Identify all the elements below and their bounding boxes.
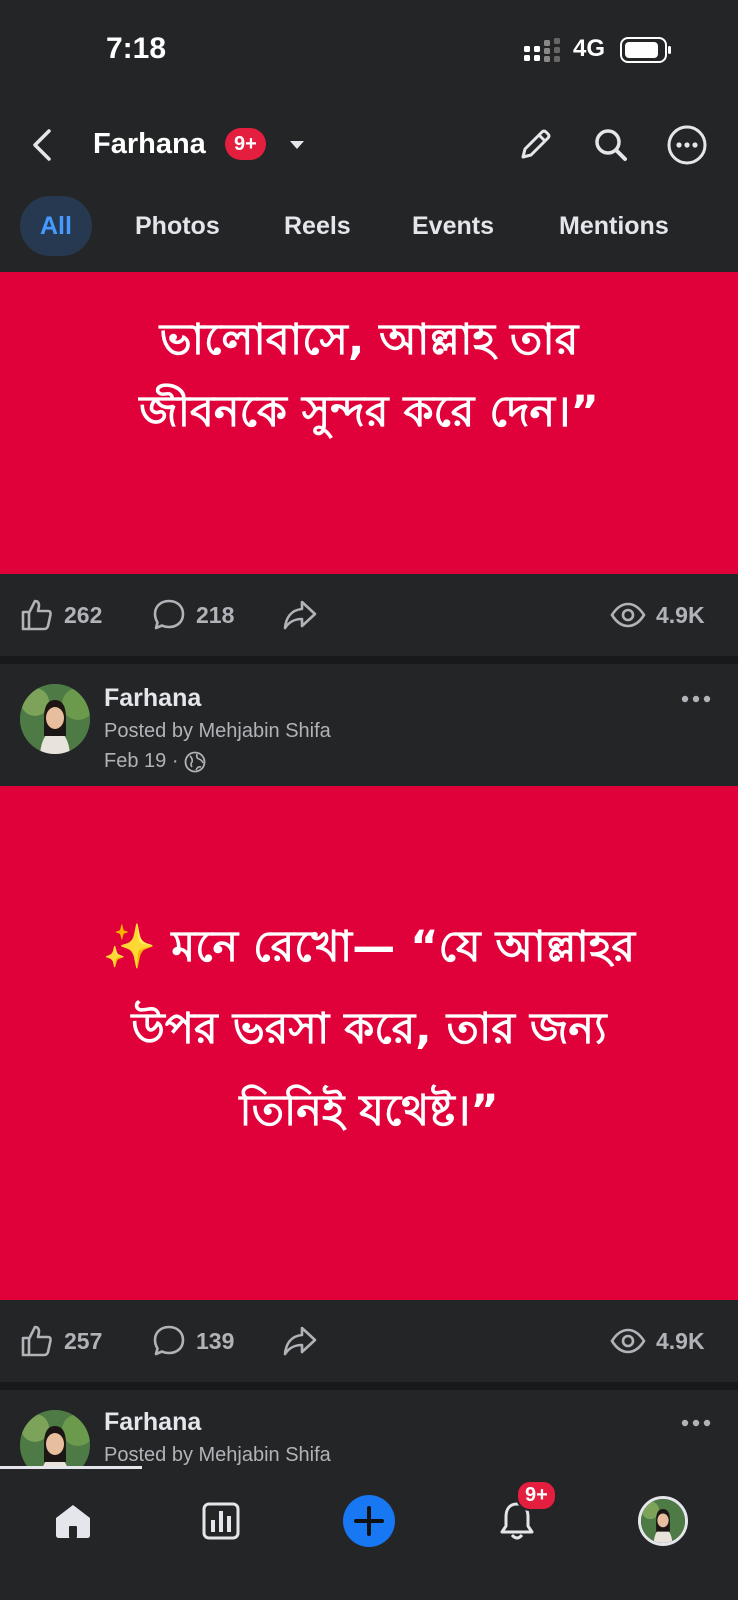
- globe-icon: [185, 751, 206, 772]
- battery-icon: [620, 37, 671, 63]
- like-count: 262: [64, 601, 103, 628]
- status-time: 7:18: [106, 32, 167, 65]
- post-more-button[interactable]: [676, 684, 716, 714]
- nav-profile[interactable]: [628, 1486, 698, 1556]
- tab-reels[interactable]: Reels: [264, 196, 371, 256]
- back-button[interactable]: [20, 120, 64, 170]
- caret-down-icon: [290, 141, 304, 149]
- nav-create[interactable]: [334, 1486, 404, 1556]
- sparkles-icon: ✨: [102, 922, 157, 972]
- tab-mentions[interactable]: Mentions: [539, 196, 689, 256]
- page-title[interactable]: Farhana: [93, 128, 206, 161]
- tab-all[interactable]: All: [20, 196, 92, 256]
- post-image[interactable]: ভালোবাসে, আল্লাহ তার জীবনকে সুন্দর করে দ…: [0, 272, 738, 574]
- nav-insights[interactable]: [186, 1486, 256, 1556]
- post-meta: Feb 19 ·: [104, 750, 206, 773]
- more-options-button[interactable]: [662, 120, 712, 170]
- home-icon: [56, 1505, 90, 1538]
- comment-count: 218: [196, 601, 235, 628]
- post-header: Farhana Posted by Mehjabin Shifa Feb 19 …: [0, 664, 738, 786]
- share-icon: [283, 1326, 317, 1356]
- scroll-indicator: [0, 1466, 142, 1469]
- view-count: 4.9K: [656, 1327, 705, 1354]
- share-button[interactable]: [282, 1320, 318, 1362]
- like-button[interactable]: 257: [20, 1320, 102, 1362]
- profile-photo: [20, 1410, 90, 1466]
- tab-events[interactable]: Events: [392, 196, 514, 256]
- comment-button[interactable]: 139: [152, 1320, 234, 1362]
- chevron-left-icon: [33, 129, 51, 161]
- post-action-bar: 257 139 4.9K: [0, 1300, 738, 1382]
- post-text-clipped: [0, 272, 738, 298]
- thumbs-up-icon: [21, 599, 52, 631]
- more-circle-icon: [667, 125, 707, 165]
- notifications-badge: 9+: [516, 1480, 557, 1511]
- thumbs-up-icon: [21, 1325, 52, 1357]
- share-icon: [283, 600, 317, 630]
- comment-count: 139: [196, 1327, 235, 1354]
- post-text-line: ভালোবাসে, আল্লাহ তার: [159, 315, 579, 365]
- filter-tabs: All Photos Reels Events Mentions: [0, 190, 738, 272]
- posted-by: Posted by Mehjabin Shifa: [104, 1444, 331, 1466]
- post-text-line: জীবনকে সুন্দর করে দেন।”: [139, 387, 599, 437]
- posted-by: Posted by Mehjabin Shifa: [104, 720, 331, 742]
- network-type: 4G: [573, 35, 606, 62]
- post-image[interactable]: ✨ মনে রেখো— “যে আল্লাহর উপর ভরসা করে, তা…: [0, 786, 738, 1300]
- post-date: Feb 19 ·: [104, 750, 179, 772]
- tab-photos[interactable]: Photos: [115, 196, 240, 256]
- search-icon: [595, 129, 627, 161]
- edit-button[interactable]: [510, 120, 560, 170]
- bar-chart-icon: [202, 1502, 240, 1540]
- like-button[interactable]: 262: [20, 594, 102, 636]
- more-horizontal-icon: [681, 695, 711, 703]
- views-indicator: 4.9K: [610, 594, 705, 636]
- avatar: [638, 1496, 688, 1546]
- dropdown-button[interactable]: [285, 130, 309, 160]
- post-author[interactable]: Farhana: [104, 1408, 201, 1437]
- comment-icon: [153, 1325, 185, 1356]
- eye-icon: [610, 1328, 646, 1354]
- signal-icon: [524, 38, 560, 62]
- profile-photo: [641, 1499, 685, 1543]
- like-count: 257: [64, 1327, 103, 1354]
- comment-icon: [153, 599, 185, 630]
- post-text-line: উপর ভরসা করে, তার জন্য: [131, 1004, 607, 1054]
- comment-button[interactable]: 218: [152, 594, 234, 636]
- post-more-button[interactable]: [676, 1408, 716, 1438]
- nav-notifications[interactable]: 9+: [482, 1480, 557, 1556]
- avatar[interactable]: [20, 1410, 90, 1466]
- post-text-part: মনে রেখো— “যে আল্লাহর: [171, 922, 636, 972]
- status-bar: 7:18 4G: [0, 0, 738, 100]
- bottom-navigation: 9+: [0, 1466, 738, 1600]
- share-button[interactable]: [282, 594, 318, 636]
- nav-home[interactable]: [38, 1486, 108, 1556]
- title-notification-badge: 9+: [225, 128, 266, 160]
- post-divider: [0, 1382, 738, 1390]
- views-indicator: 4.9K: [610, 1320, 705, 1362]
- plus-icon: [343, 1495, 395, 1547]
- search-button[interactable]: [586, 120, 636, 170]
- post-header: Farhana Posted by Mehjabin Shifa: [0, 1390, 738, 1466]
- avatar[interactable]: [20, 684, 90, 754]
- profile-photo: [20, 684, 90, 754]
- post-text-line: ✨ মনে রেখো— “যে আল্লাহর: [0, 916, 738, 978]
- post-action-bar: 262 218 4.9K: [0, 574, 738, 656]
- page-header: Farhana 9+: [0, 100, 738, 190]
- post-author[interactable]: Farhana: [104, 684, 201, 713]
- post-divider: [0, 656, 738, 664]
- eye-icon: [610, 602, 646, 628]
- more-horizontal-icon: [681, 1419, 711, 1427]
- post-text-line: তিনিই যথেষ্ট।”: [239, 1086, 499, 1136]
- view-count: 4.9K: [656, 601, 705, 628]
- pencil-icon: [521, 129, 551, 159]
